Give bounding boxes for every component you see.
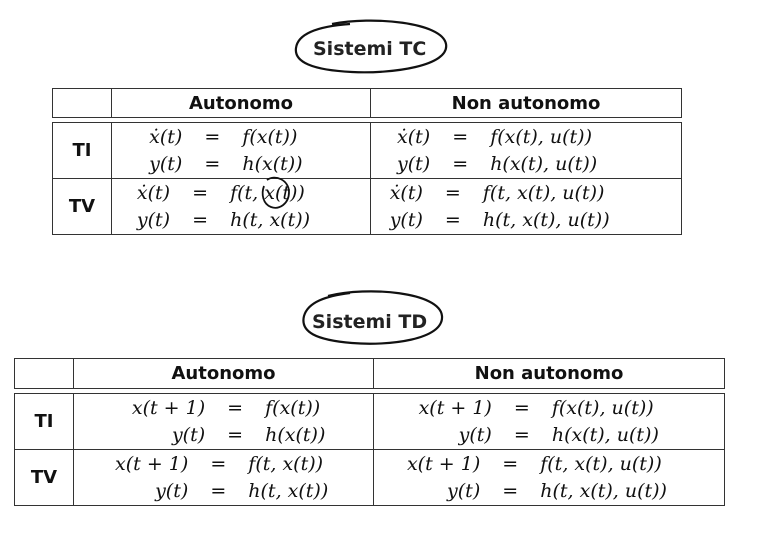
td-title: Sistemi TD: [312, 311, 428, 333]
tc-title: Sistemi TC: [313, 38, 427, 60]
td-row-label-ti: TI: [14, 393, 74, 450]
td-ti-non-autonomo-equations: x(t + 1) = f(x(t), u(t)) y(t) = h(x(t), u(t)…: [373, 393, 725, 450]
equation-row: y(t) = h(t, x(t)): [136, 208, 311, 231]
equation-row: y(t) = h(x(t), u(t)): [396, 152, 598, 175]
equation-row: y(t) = h(t, x(t), u(t)): [389, 208, 610, 231]
td-header-non-autonomo: Non autonomo: [373, 358, 725, 389]
handwritten-circle-annotation: [261, 176, 290, 209]
equation-row: y(t) = h(x(t)): [171, 423, 326, 446]
equation-row: ẋ(t) = f(x(t), u(t)): [397, 125, 592, 148]
equation-row: x(t + 1) = f(t, x(t)): [115, 452, 324, 475]
td-tv-non-autonomo-equations: x(t + 1) = f(t, x(t), u(t)) y(t) = h(t, x(t)…: [373, 449, 725, 506]
tc-row-label-ti: TI: [52, 122, 112, 179]
td-header-autonomo: Autonomo: [73, 358, 374, 389]
tc-table: Autonomo Non autonomo TI ẋ(t) = f(x(t)) y(…: [52, 88, 682, 235]
tc-corner-cell: [52, 88, 112, 118]
equation-row: x(t + 1) = f(x(t)): [131, 396, 321, 419]
equation-row: y(t) = h(x(t)): [149, 152, 303, 175]
equation-row: y(t) = h(t, x(t)): [155, 479, 329, 502]
tc-ti-autonomo-equations: ẋ(t) = f(x(t)) y(t) = h(x(t)): [111, 122, 371, 179]
td-table: Autonomo Non autonomo TI x(t + 1) = f(x(t)…: [14, 358, 725, 506]
tc-tv-autonomo-equations: ẋ(t) = f(t, x(t)) y(t) = h(t, x(t)): [111, 178, 371, 235]
equation-row: y(t) = h(t, x(t), u(t)): [447, 479, 667, 502]
td-row-label-tv: TV: [14, 449, 74, 506]
equation-row: x(t + 1) = f(x(t), u(t)): [418, 396, 654, 419]
td-ti-autonomo-equations: x(t + 1) = f(x(t)) y(t) = h(x(t)): [73, 393, 374, 450]
equation-row: ẋ(t) = f(t, x(t)): [136, 181, 305, 204]
equation-row: x(t + 1) = f(t, x(t), u(t)): [406, 452, 662, 475]
td-corner-cell: [14, 358, 74, 389]
tc-tv-non-autonomo-equations: ẋ(t) = f(t, x(t), u(t)) y(t) = h(t, x(t), u(…: [370, 178, 682, 235]
equation-row: ẋ(t) = f(t, x(t), u(t)): [389, 181, 605, 204]
tc-header-autonomo: Autonomo: [111, 88, 371, 118]
tc-header-non-autonomo: Non autonomo: [370, 88, 682, 118]
equation-row: y(t) = h(x(t), u(t)): [458, 423, 659, 446]
tc-row-label-tv: TV: [52, 178, 112, 235]
td-tv-autonomo-equations: x(t + 1) = f(t, x(t)) y(t) = h(t, x(t)): [73, 449, 374, 506]
tc-ti-non-autonomo-equations: ẋ(t) = f(x(t), u(t)) y(t) = h(x(t), u(t)): [370, 122, 682, 179]
equation-row: ẋ(t) = f(x(t)): [149, 125, 298, 148]
